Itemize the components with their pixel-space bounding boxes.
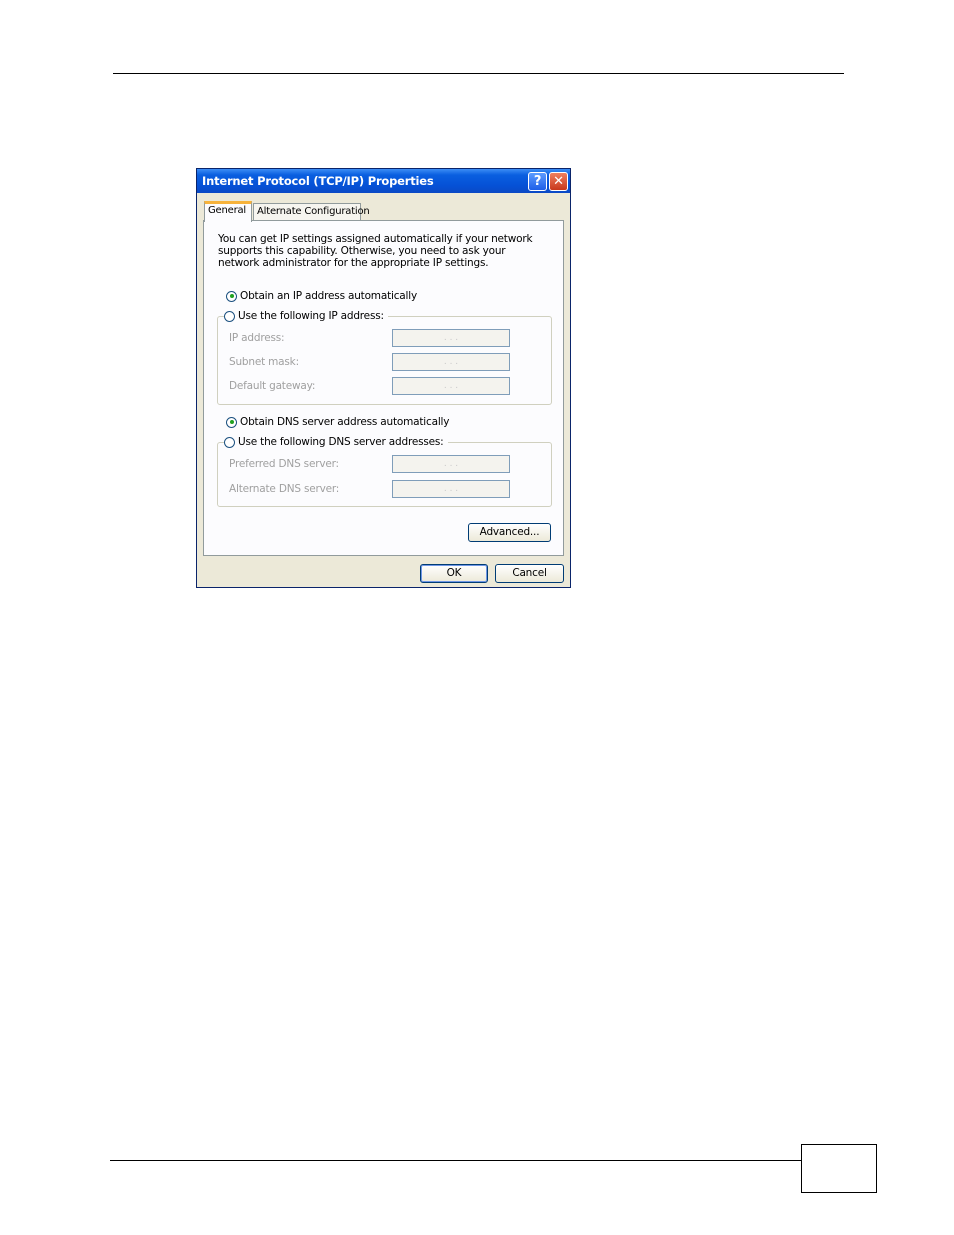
dialog-title: Internet Protocol (TCP/IP) Properties: [202, 174, 434, 188]
dns-manual-radio[interactable]: [224, 436, 235, 448]
close-icon[interactable]: ✕: [549, 172, 568, 191]
dns-auto-label: Obtain DNS server address automatically: [240, 416, 450, 428]
alternate-dns-label: Alternate DNS server:: [229, 483, 340, 495]
tab-alternate-configuration[interactable]: Alternate Configuration: [253, 203, 370, 220]
title-bar[interactable]: Internet Protocol (TCP/IP) Properties ? …: [197, 169, 570, 193]
ip-auto-option[interactable]: Obtain an IP address automatically: [226, 289, 421, 303]
page-number-box: [801, 1144, 877, 1193]
dns-manual-option[interactable]: Use the following DNS server addresses:: [224, 435, 448, 449]
footer-rule: [110, 1160, 802, 1161]
ip-address-field: . . .: [392, 329, 510, 347]
subnet-mask-field: . . .: [392, 353, 510, 371]
advanced-button[interactable]: Advanced...: [468, 523, 551, 542]
tab-general[interactable]: General: [204, 201, 252, 222]
ok-button[interactable]: OK: [420, 564, 488, 583]
dns-auto-option[interactable]: Obtain DNS server address automatically: [226, 415, 454, 429]
ip-auto-radio[interactable]: [226, 290, 237, 302]
cancel-button[interactable]: Cancel: [495, 564, 564, 583]
default-gateway-label: Default gateway:: [229, 380, 316, 392]
ip-auto-label: Obtain an IP address automatically: [240, 290, 417, 302]
ip-manual-label: Use the following IP address:: [238, 310, 384, 322]
header-rule: [113, 73, 844, 74]
alternate-dns-field: . . .: [392, 480, 510, 498]
dns-manual-label: Use the following DNS server addresses:: [238, 436, 444, 448]
preferred-dns-field: . . .: [392, 455, 510, 473]
ip-manual-radio[interactable]: [224, 310, 235, 322]
ip-address-label: IP address:: [229, 332, 285, 344]
help-icon[interactable]: ?: [528, 172, 547, 191]
tcpip-properties-dialog: Internet Protocol (TCP/IP) Properties ? …: [196, 168, 571, 588]
ip-manual-option[interactable]: Use the following IP address:: [224, 309, 388, 323]
default-gateway-field: . . .: [392, 377, 510, 395]
preferred-dns-label: Preferred DNS server:: [229, 458, 339, 470]
subnet-mask-label: Subnet mask:: [229, 356, 299, 368]
general-tab-panel: You can get IP settings assigned automat…: [203, 220, 564, 556]
dns-auto-radio[interactable]: [226, 416, 237, 428]
intro-text: You can get IP settings assigned automat…: [218, 233, 533, 269]
